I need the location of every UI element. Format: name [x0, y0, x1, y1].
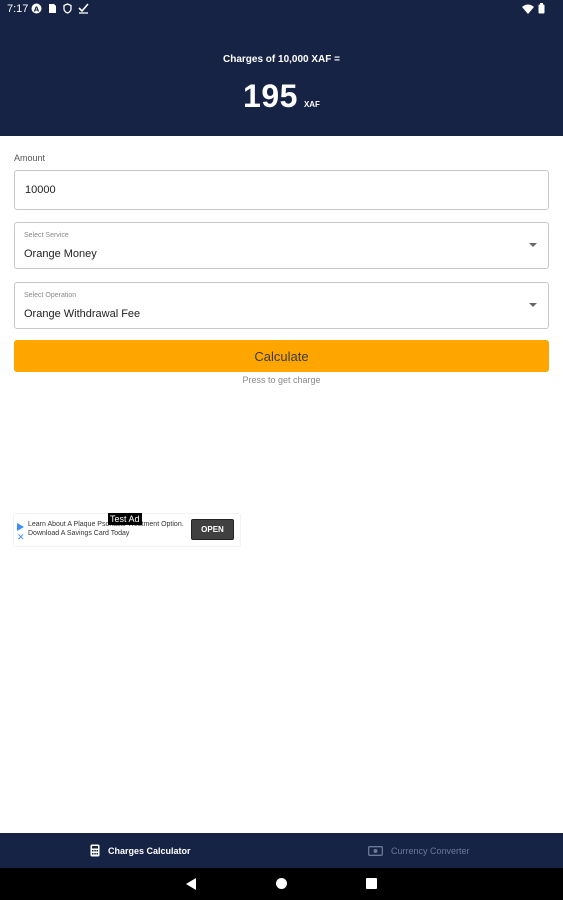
service-select[interactable]: Select Service Orange Money — [14, 222, 549, 269]
operation-select-value: Orange Withdrawal Fee — [24, 308, 141, 320]
amount-input[interactable]: 10000 — [14, 170, 549, 210]
tab-charges-calculator-label: Charges Calculator — [108, 845, 191, 856]
calculate-button[interactable]: Calculate — [14, 340, 549, 372]
bottom-tab-bar: Charges Calculator Currency Converter — [0, 833, 563, 868]
calculator-icon — [90, 844, 100, 857]
charges-label: Charges of 10,000 XAF = — [223, 54, 340, 65]
money-icon — [368, 845, 383, 856]
service-select-label: Select Service — [24, 232, 69, 239]
ad-open-button[interactable]: OPEN — [191, 519, 234, 540]
tab-currency-converter[interactable]: Currency Converter — [368, 833, 470, 868]
operation-select[interactable]: Select Operation Orange Withdrawal Fee — [14, 282, 549, 329]
chevron-down-icon — [529, 243, 537, 247]
svg-text:A: A — [34, 6, 40, 14]
wifi-icon — [522, 4, 534, 14]
status-notification-icons: A — [31, 3, 89, 14]
service-select-value: Orange Money — [24, 248, 97, 260]
test-ad-badge: Test Ad — [108, 513, 142, 525]
status-system-icons — [522, 3, 545, 14]
tab-charges-calculator[interactable]: Charges Calculator — [90, 833, 191, 868]
battery-icon — [538, 3, 545, 14]
back-icon[interactable] — [186, 878, 196, 890]
notification-doc-icon — [49, 4, 56, 13]
system-navigation-bar — [0, 868, 563, 900]
app-header: 7:17 A Charges of 10,000 XAF = 195 XAF — [0, 0, 563, 136]
status-bar: 7:17 A — [0, 0, 563, 20]
notification-check-icon — [78, 3, 89, 14]
notification-a-icon: A — [31, 3, 42, 14]
charges-value: 195 — [243, 78, 298, 114]
home-icon[interactable] — [276, 878, 287, 889]
chevron-down-icon — [529, 303, 537, 307]
close-icon[interactable]: ✕ — [17, 533, 25, 542]
ad-banner[interactable]: ✕ Learn About A Plaque Psoriasis Treatme… — [14, 513, 240, 546]
charges-unit: XAF — [303, 100, 320, 109]
amount-label: Amount — [14, 153, 46, 163]
calculate-hint: Press to get charge — [242, 375, 321, 385]
adchoices-icon[interactable] — [17, 523, 24, 531]
recent-apps-icon[interactable] — [366, 878, 377, 889]
status-time: 7:17 — [7, 3, 29, 15]
operation-select-label: Select Operation — [24, 292, 77, 299]
charges-result: 195 XAF — [0, 78, 563, 115]
tab-currency-converter-label: Currency Converter — [391, 845, 470, 856]
notification-shield-icon — [63, 3, 72, 14]
